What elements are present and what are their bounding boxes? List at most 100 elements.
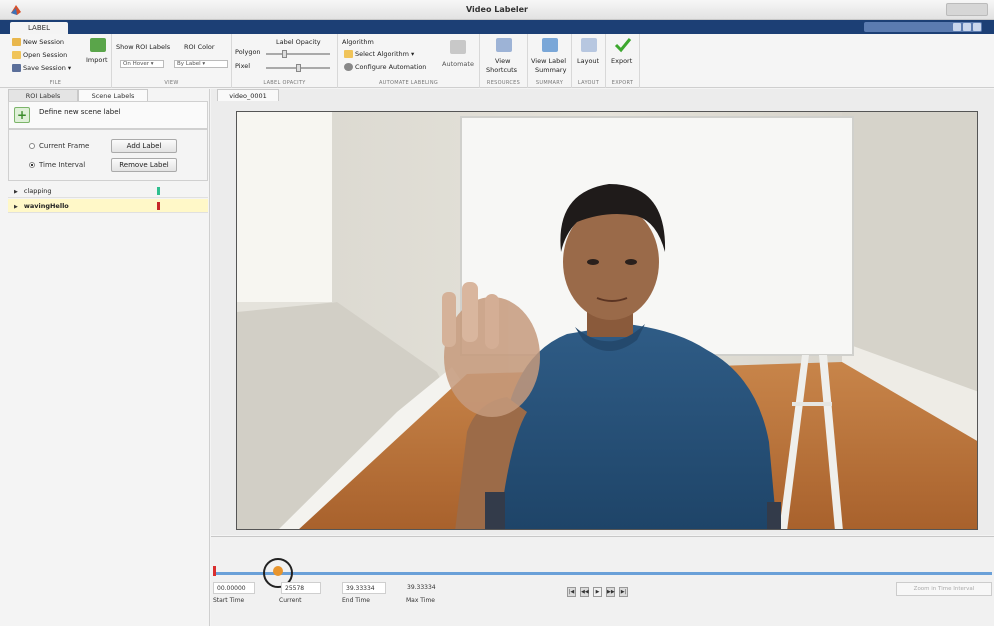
scene-label-list: ▶ clapping ▶ wavingHello [8, 184, 208, 624]
pixel-label: Pixel [235, 62, 251, 70]
layout-footer: LAYOUT [577, 80, 600, 86]
save-session-button[interactable]: Save Session ▾ [12, 64, 71, 72]
scrubber-knob-icon[interactable] [273, 566, 283, 576]
redo-icon[interactable] [953, 23, 961, 31]
save-session-label: Save Session ▾ [23, 64, 72, 72]
expand-arrow-icon[interactable]: ▶ [14, 200, 18, 214]
polygon-slider-thumb[interactable] [282, 50, 287, 58]
label-opacity-footer: LABEL OPACITY [263, 80, 306, 86]
automate-icon [450, 40, 466, 54]
quick-access-toolbar [864, 22, 982, 32]
view-label-summary-label-2[interactable]: Summary [535, 66, 566, 74]
video-labeler-app: Video Labeler LABEL New Session Open Ses… [0, 0, 994, 626]
start-time-marker[interactable] [213, 566, 216, 576]
summary-chart-icon [542, 38, 558, 52]
layout-button[interactable]: Layout [577, 57, 599, 65]
define-scene-label-text: Define new scene label [39, 108, 121, 116]
show-roi-labels-label: Show ROI Labels [116, 43, 171, 51]
resources-footer: RESOURCES [486, 80, 521, 86]
select-algorithm-button[interactable]: Select Algorithm ▾ [344, 50, 414, 58]
video-frame[interactable] [236, 111, 978, 530]
summary-section: View Label Summary SUMMARY [528, 34, 572, 88]
roi-color-label: ROI Color [184, 43, 215, 51]
time-interval-radio[interactable]: Time Interval [29, 161, 85, 169]
add-label-plus-icon[interactable]: + [14, 107, 30, 123]
view-shortcuts-label-1[interactable]: View [495, 57, 510, 65]
file-section: New Session Open Session Save Session ▾ … [0, 34, 112, 88]
polygon-opacity-slider[interactable] [266, 50, 330, 58]
radio-selected-icon [29, 162, 35, 168]
label-opacity-title: Label Opacity [276, 38, 321, 46]
label-name: wavingHello [23, 202, 69, 210]
current-time-label: Current [279, 597, 302, 604]
automate-button[interactable]: Automate [442, 60, 474, 68]
define-scene-label-box[interactable]: + Define new scene label [8, 101, 208, 129]
list-item[interactable]: ▶ wavingHello [8, 199, 208, 213]
show-roi-labels-dropdown[interactable]: On Hover ▾ [120, 60, 164, 68]
timeline-track[interactable] [213, 572, 992, 575]
label-color-swatch [157, 187, 160, 195]
label-opacity-section: Label Opacity Polygon Pixel LABEL OPACIT… [232, 34, 338, 88]
play-button[interactable]: ▶ [593, 587, 602, 597]
toolstrip-tabs: LABEL [0, 20, 994, 34]
next-frame-button[interactable]: ▶▶ [606, 587, 615, 597]
scene-label-options: Current Frame Time Interval Add Label Re… [8, 129, 208, 181]
video-document-tab[interactable]: video_0001 [217, 89, 279, 101]
add-label-button[interactable]: Add Label [111, 139, 177, 153]
help-icon[interactable] [973, 23, 981, 31]
max-time-value: 39.33334 [407, 584, 436, 591]
remove-label-button[interactable]: Remove Label [111, 158, 177, 172]
new-session-button[interactable]: New Session [12, 38, 64, 46]
view-section: Show ROI Labels ROI Color On Hover ▾ By … [112, 34, 232, 88]
resources-section: View Shortcuts RESOURCES [480, 34, 528, 88]
export-section: Export EXPORT [606, 34, 640, 88]
title-bar: Video Labeler [0, 0, 994, 20]
tab-scene-labels[interactable]: Scene Labels [78, 89, 148, 101]
first-frame-button[interactable]: |◀ [567, 587, 576, 597]
tab-label[interactable]: LABEL [10, 22, 68, 34]
expand-arrow-icon[interactable]: ▶ [14, 185, 18, 199]
window-title: Video Labeler [466, 5, 528, 14]
automate-labeling-footer: AUTOMATE LABELING [378, 80, 439, 86]
radio-icon [29, 143, 35, 149]
polygon-label: Polygon [235, 48, 261, 56]
left-panel: ROI Labels Scene Labels + Define new sce… [0, 89, 210, 626]
automate-labeling-section: Algorithm Select Algorithm ▾ Configure A… [338, 34, 480, 88]
list-item[interactable]: ▶ clapping [8, 184, 208, 198]
last-frame-button[interactable]: ▶| [619, 587, 628, 597]
new-session-label: New Session [23, 38, 65, 46]
label-name: clapping [23, 187, 52, 195]
open-session-button[interactable]: Open Session [12, 51, 67, 59]
max-time-label: Max Time [406, 597, 435, 604]
algorithm-label: Algorithm [342, 38, 374, 46]
roi-color-dropdown[interactable]: By Label ▾ [174, 60, 228, 68]
open-session-label: Open Session [23, 51, 68, 59]
start-time-label: Start Time [213, 597, 245, 604]
toolstrip-ribbon: New Session Open Session Save Session ▾ … [0, 34, 994, 88]
start-time-field[interactable]: 00.00000 [213, 582, 255, 594]
import-button[interactable]: Import [86, 56, 108, 64]
summary-footer: SUMMARY [535, 80, 564, 86]
zoom-in-time-interval-button[interactable]: Zoom in Time Interval [896, 582, 992, 596]
current-frame-radio[interactable]: Current Frame [29, 142, 89, 150]
export-button[interactable]: Export [611, 57, 632, 65]
view-shortcuts-label-2[interactable]: Shortcuts [486, 66, 517, 74]
undo-icon[interactable] [963, 23, 971, 31]
pixel-slider-thumb[interactable] [296, 64, 301, 72]
tab-roi-labels[interactable]: ROI Labels [8, 89, 78, 101]
window-controls[interactable] [946, 3, 988, 16]
end-time-field[interactable]: 39.33334 [342, 582, 386, 594]
file-section-footer: FILE [49, 80, 62, 86]
select-algorithm-label: Select Algorithm ▾ [355, 50, 415, 58]
view-label-summary-label-1[interactable]: View Label [531, 57, 566, 65]
new-session-icon [12, 38, 21, 46]
label-color-swatch [157, 202, 160, 210]
current-frame-label: Current Frame [39, 142, 90, 150]
configure-automation-label: Configure Automation [355, 63, 427, 71]
time-interval-label: Time Interval [39, 161, 86, 169]
pixel-opacity-slider[interactable] [266, 64, 330, 72]
folder-icon [344, 50, 353, 58]
configure-automation-button[interactable]: Configure Automation [344, 63, 426, 71]
current-time-field[interactable]: 25578 [281, 582, 321, 594]
previous-frame-button[interactable]: ◀◀ [580, 587, 589, 597]
